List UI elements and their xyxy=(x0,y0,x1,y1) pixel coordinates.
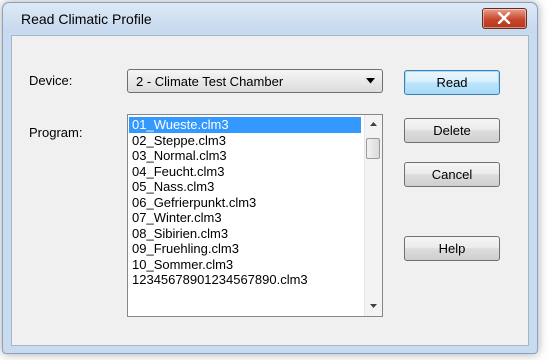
read-button[interactable]: Read xyxy=(404,70,500,95)
program-list-item[interactable]: 08_Sibirien.clm3 xyxy=(129,226,361,242)
program-list-item[interactable]: 09_Fruehling.clm3 xyxy=(129,241,361,257)
close-icon xyxy=(497,12,511,24)
close-button[interactable] xyxy=(482,8,527,29)
window-title: Read Climatic Profile xyxy=(21,11,152,27)
title-bar: Read Climatic Profile xyxy=(3,3,537,33)
help-button[interactable]: Help xyxy=(404,236,500,261)
dialog-window: Read Climatic Profile Device: 2 - Climat… xyxy=(2,2,538,354)
program-list-item[interactable]: 12345678901234567890.clm3 xyxy=(129,272,361,288)
program-label: Program: xyxy=(29,125,83,140)
program-list-item[interactable]: 10_Sommer.clm3 xyxy=(129,257,361,273)
program-list-item[interactable]: 03_Normal.clm3 xyxy=(129,148,361,164)
chevron-down-icon xyxy=(366,78,375,84)
delete-button[interactable]: Delete xyxy=(404,118,500,143)
scrollbar-thumb[interactable] xyxy=(366,138,380,159)
program-scrollbar[interactable] xyxy=(364,115,382,316)
program-list-item[interactable]: 02_Steppe.clm3 xyxy=(129,133,361,149)
program-list: 01_Wueste.clm3 02_Steppe.clm3 03_Normal.cl… xyxy=(129,117,361,288)
program-list-item[interactable]: 06_Gefrierpunkt.clm3 xyxy=(129,195,361,211)
device-select[interactable]: 2 - Climate Test Chamber xyxy=(127,69,383,93)
device-label: Device: xyxy=(29,73,73,88)
program-list-item[interactable]: 07_Winter.clm3 xyxy=(129,210,361,226)
scroll-up-arrow-icon[interactable] xyxy=(370,122,377,126)
program-list-item[interactable]: 04_Feucht.clm3 xyxy=(129,164,361,180)
dialog-body: Device: 2 - Climate Test Chamber Program… xyxy=(11,35,529,346)
cancel-button[interactable]: Cancel xyxy=(404,162,500,187)
device-selected-value: 2 - Climate Test Chamber xyxy=(136,74,284,89)
scroll-down-arrow-icon[interactable] xyxy=(370,304,377,308)
program-list-item[interactable]: 05_Nass.clm3 xyxy=(129,179,361,195)
program-list-item[interactable]: 01_Wueste.clm3 xyxy=(129,117,361,133)
program-listbox[interactable]: 01_Wueste.clm3 02_Steppe.clm3 03_Normal.cl… xyxy=(127,114,383,317)
